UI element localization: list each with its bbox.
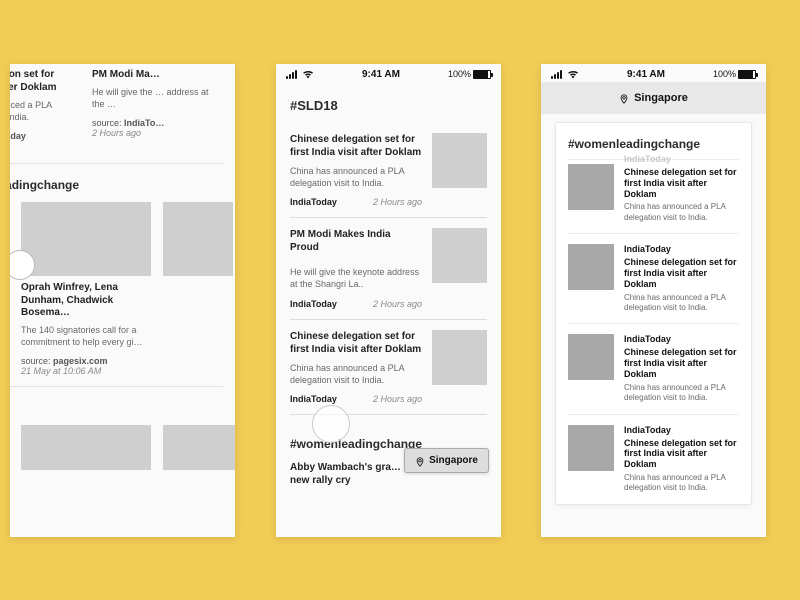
horizontal-scroller[interactable]: …ation ry …raged d… Oprah Winfrey, Lena … — [10, 202, 223, 387]
article-source: IndiaToday — [290, 299, 337, 309]
statusbar-battery-pct: 100% — [713, 69, 736, 79]
indicator-dot — [10, 250, 35, 280]
article-row[interactable]: IndiaToday Chinese delegation set for fi… — [568, 159, 739, 234]
article-title: Chinese delegation set for first India v… — [624, 347, 739, 379]
article-thumb — [568, 164, 614, 210]
card-thumb — [21, 425, 151, 470]
phone-frame-1: …se delegation set for India visit after… — [10, 64, 235, 537]
article-title: PM Modi Makes India Proud — [290, 228, 422, 254]
location-pin-icon — [415, 456, 425, 466]
article-title: Chinese delegation set for first India v… — [290, 133, 422, 159]
article-source: IndiaToday — [624, 334, 739, 344]
article-title: Chinese delegation set for first India v… — [624, 438, 739, 470]
location-pin-icon — [619, 93, 629, 103]
phone-frame-2: 9:41 AM 100% #SLD18 Chinese delegation s… — [276, 64, 501, 537]
card-source: source: pagesix.com — [21, 356, 151, 366]
article-thumb — [432, 330, 487, 385]
article-thumb — [568, 244, 614, 290]
article-thumb — [432, 228, 487, 283]
battery-icon — [738, 70, 756, 79]
article-card: #womenleadingchange IndiaToday Chinese d… — [555, 122, 752, 505]
article[interactable]: PM Modi Ma… He will give the … address a… — [92, 68, 223, 151]
article-thumb — [568, 334, 614, 380]
article-thumb — [568, 425, 614, 471]
article-row[interactable]: IndiaToday Chinese delegation set for fi… — [568, 234, 739, 324]
article-source: IndiaToday — [290, 197, 337, 207]
article-sub: China has announced a PLA delegation vis… — [624, 473, 739, 494]
article-time: 2 Hours ago — [373, 197, 422, 207]
section-heading: #womenleadingchange — [568, 137, 739, 151]
touch-indicator — [312, 405, 350, 443]
article-time: 2 Hours ago — [92, 128, 223, 138]
wifi-icon — [567, 70, 579, 79]
article-row[interactable]: IndiaToday Chinese delegation set for fi… — [568, 324, 739, 414]
article-sub: China has announced a PLA delegation vis… — [290, 362, 422, 386]
article-sub: He will give the … address at the … — [92, 86, 223, 110]
article-pair: …se delegation set for India visit after… — [10, 68, 223, 164]
article-row[interactable]: Chinese delegation set for first India v… — [290, 123, 487, 218]
signal-icon — [286, 70, 300, 79]
article-source: IndiaTo… — [124, 118, 164, 128]
scroller-card[interactable]: Oprah Winfrey, Lena Dunham, Chadwick Bos… — [21, 202, 151, 376]
card-title: Oprah Winfrey, Lena Dunham, Chadwick Bos… — [21, 282, 151, 320]
article-source: IndiaToday — [624, 425, 739, 435]
article-title: …se delegation set for India visit after… — [10, 68, 78, 94]
article-source: IndiaToday — [290, 394, 337, 404]
location-header[interactable]: Singapore — [541, 82, 766, 114]
card-thumb — [163, 202, 233, 276]
article-sub: China has announced a PLA delegation vis… — [624, 293, 739, 314]
article-sub: China has announced a PLA delegation vis… — [624, 202, 739, 223]
card-thumb — [163, 425, 235, 470]
article-source: IndiaToday — [624, 244, 739, 254]
article-row[interactable]: Chinese delegation set for first India v… — [290, 320, 487, 415]
article-row[interactable]: IndiaToday Chinese delegation set for fi… — [568, 415, 739, 504]
article-sub: China has announced a PLA delegation vis… — [624, 383, 739, 404]
article-source: IndiaToday — [10, 131, 26, 141]
article-title: Chinese delegation set for first India v… — [624, 257, 739, 289]
article-sub: …a has announced a PLA egation visit to … — [10, 99, 78, 123]
article-time: 2 Hours ago — [373, 299, 422, 309]
statusbar-time: 9:41 AM — [627, 69, 665, 80]
signal-icon — [551, 70, 565, 79]
card-sub: The 140 signatories call for a commitmen… — [21, 324, 151, 348]
section-heading: #womenleadingchange — [10, 178, 223, 192]
horizontal-scroller[interactable] — [10, 425, 223, 470]
section-heading: #SLD18 — [290, 98, 487, 113]
article[interactable]: …se delegation set for India visit after… — [10, 68, 78, 151]
phone-frame-3: 9:41 AM 100% Singapore #womenleadingchan… — [541, 64, 766, 537]
article-title: PM Modi Ma… — [92, 68, 223, 81]
card-thumb — [21, 202, 151, 276]
article-row[interactable]: PM Modi Makes India Proud He will give t… — [290, 218, 487, 319]
article-time: 2 Hours ago — [373, 394, 422, 404]
article-thumb — [432, 133, 487, 188]
status-bar: 9:41 AM 100% — [541, 64, 766, 82]
scroller-card[interactable] — [163, 202, 233, 376]
article-source: IndiaToday — [624, 154, 739, 164]
statusbar-battery-pct: 100% — [448, 69, 471, 79]
status-bar: 9:41 AM 100% — [276, 64, 501, 82]
article-sub: China has announced a PLA delegation vis… — [290, 165, 422, 189]
location-chip[interactable]: Singapore — [404, 448, 489, 473]
battery-icon — [473, 70, 491, 79]
card-time: 21 May at 10:06 AM — [21, 366, 151, 376]
statusbar-time: 9:41 AM — [362, 69, 400, 80]
article-title: Chinese delegation set for first India v… — [290, 330, 422, 356]
article-time: …urs ago — [10, 141, 78, 151]
location-label: Singapore — [429, 455, 478, 466]
section-heading: …m Road — [10, 401, 223, 415]
article-sub: He will give the keynote address at the … — [290, 266, 422, 290]
location-label: Singapore — [634, 92, 688, 104]
wifi-icon — [302, 70, 314, 79]
article-title: Chinese delegation set for first India v… — [624, 167, 739, 199]
